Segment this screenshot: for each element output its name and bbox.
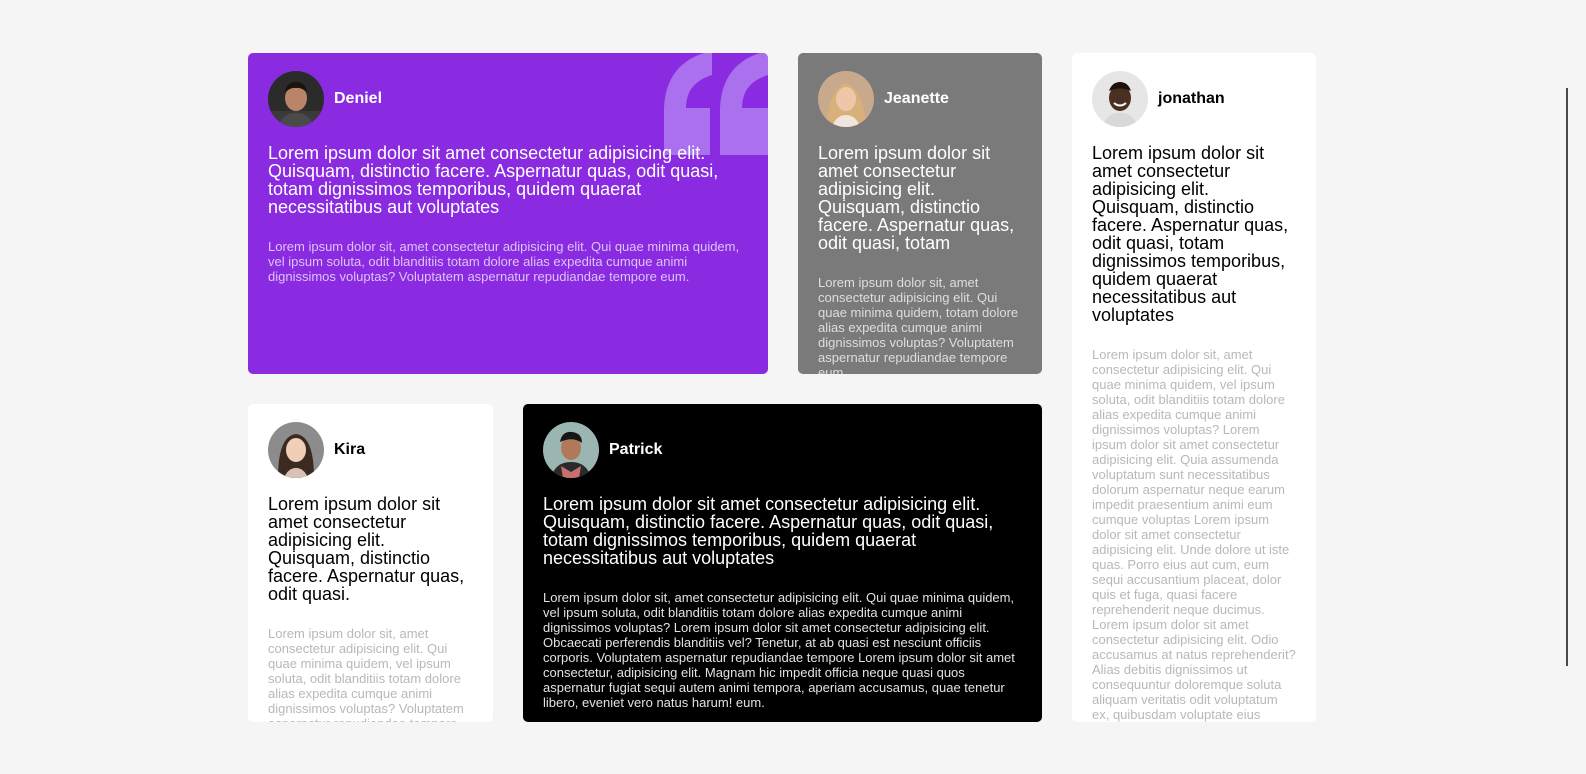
testimonial-quote: Lorem ipsum dolor sit amet consectetur a… [268, 143, 719, 217]
testimonial-card-deniel: Deniel Lorem ipsum dolor sit amet consec… [248, 53, 768, 374]
testimonial-body: Lorem ipsum dolor sit, amet consectetur … [543, 590, 1015, 710]
card-header: jonathan [1092, 71, 1296, 127]
card-header: Patrick [543, 422, 1022, 478]
testimonial-body: Lorem ipsum dolor sit, amet consectetur … [268, 626, 464, 722]
avatar-jonathan [1092, 71, 1148, 127]
avatar-patrick [543, 422, 599, 478]
testimonial-quote: Lorem ipsum dolor sit amet consectetur a… [1092, 143, 1289, 325]
author-name: jonathan [1158, 90, 1225, 107]
testimonial-card-patrick: Patrick Lorem ipsum dolor sit amet conse… [523, 404, 1042, 722]
author-name: Jeanette [884, 90, 949, 107]
card-header: Kira [268, 422, 473, 478]
testimonial-body: Lorem ipsum dolor sit, amet consectetur … [268, 239, 740, 284]
testimonial-card-jeanette: Jeanette Lorem ipsum dolor sit amet cons… [798, 53, 1042, 374]
testimonial-body: Lorem ipsum dolor sit, amet consectetur … [1092, 347, 1296, 722]
avatar-deniel [268, 71, 324, 127]
author-name: Patrick [609, 441, 663, 458]
avatar-kira [268, 422, 324, 478]
card-header: Jeanette [818, 71, 1022, 127]
author-name: Kira [334, 441, 366, 458]
testimonial-body: Lorem ipsum dolor sit, amet consectetur … [818, 275, 1019, 374]
author-name: Deniel [334, 90, 383, 107]
window-edge [1566, 88, 1568, 666]
card-header: Deniel [268, 71, 748, 127]
testimonial-card-jonathan: jonathan Lorem ipsum dolor sit amet cons… [1072, 53, 1316, 722]
testimonial-quote: Lorem ipsum dolor sit amet consectetur a… [818, 143, 1015, 253]
testimonial-quote: Lorem ipsum dolor sit amet consectetur a… [543, 494, 994, 568]
avatar-jeanette [818, 71, 874, 127]
testimonial-quote: Lorem ipsum dolor sit amet consectetur a… [268, 494, 465, 604]
testimonial-card-kira: Kira Lorem ipsum dolor sit amet consecte… [248, 404, 493, 722]
